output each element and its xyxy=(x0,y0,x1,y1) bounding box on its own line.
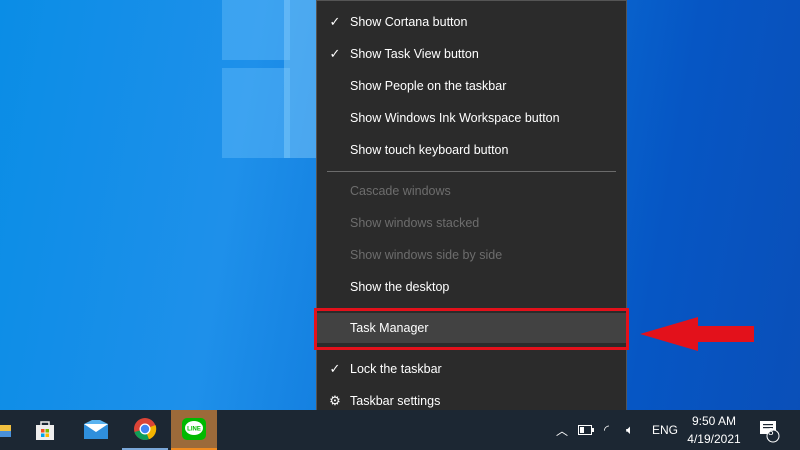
menu-item-show-side-by-side: Show windows side by side xyxy=(317,240,626,270)
action-center-button[interactable]: 8 xyxy=(758,410,782,450)
separator xyxy=(327,171,616,172)
label: Show Task View button xyxy=(350,47,479,61)
label: Show the desktop xyxy=(350,280,450,294)
check-icon: ✓ xyxy=(329,361,341,376)
menu-item-lock-taskbar[interactable]: ✓ Lock the taskbar xyxy=(317,354,626,384)
taskbar: LINE ︿ ◜ 🔈︎ ENG 9:50 AM 4/19/2021 8 xyxy=(0,410,800,450)
windows-logo-wallpaper-pane2 xyxy=(284,0,316,158)
check-icon: ✓ xyxy=(329,14,341,29)
label: Show windows stacked xyxy=(350,216,480,230)
menu-item-show-touch-keyboard[interactable]: Show touch keyboard button xyxy=(317,135,626,165)
chevron-up-icon: ︿ xyxy=(556,423,569,438)
line-button[interactable]: LINE xyxy=(171,410,217,450)
menu-item-show-ink-workspace[interactable]: Show Windows Ink Workspace button xyxy=(317,103,626,133)
language-indicator[interactable]: ENG xyxy=(652,410,678,450)
label: Show People on the taskbar xyxy=(350,79,507,93)
menu-item-show-desktop[interactable]: Show the desktop xyxy=(317,272,626,302)
menu-item-show-cortana[interactable]: ✓ Show Cortana button xyxy=(317,7,626,37)
folder-icon xyxy=(0,425,11,437)
highlight-box xyxy=(314,308,629,350)
store-icon xyxy=(36,421,54,440)
microsoft-store-button[interactable] xyxy=(22,410,68,450)
line-icon: LINE xyxy=(182,418,206,440)
date: 4/19/2021 xyxy=(687,432,741,446)
show-hidden-icons[interactable]: ︿ xyxy=(556,410,568,450)
label: Show windows side by side xyxy=(350,248,503,262)
taskbar-context-menu: ✓ Show Cortana button ✓ Show Task View but… xyxy=(316,0,627,425)
red-arrow-annotation xyxy=(640,317,754,351)
mail-button[interactable] xyxy=(73,410,119,450)
time: 9:50 AM xyxy=(691,414,737,428)
chrome-icon xyxy=(134,418,157,441)
windows-logo-wallpaper-pane xyxy=(222,68,290,158)
clock[interactable]: 9:50 AM 4/19/2021 xyxy=(684,410,744,450)
chrome-button[interactable] xyxy=(122,410,168,450)
windows-logo-wallpaper xyxy=(222,0,290,60)
label: Show Cortana button xyxy=(350,15,468,29)
label: Show Windows Ink Workspace button xyxy=(350,111,560,125)
menu-item-cascade-windows: Cascade windows xyxy=(317,176,626,206)
wifi-icon[interactable]: ◜ xyxy=(604,410,609,450)
label: Lock the taskbar xyxy=(350,362,442,376)
label: Taskbar settings xyxy=(350,394,441,408)
language-label: ENG xyxy=(652,423,679,437)
line-logo-text: LINE xyxy=(187,427,201,433)
menu-item-show-windows-stacked: Show windows stacked xyxy=(317,208,626,238)
label: Show touch keyboard button xyxy=(350,143,509,157)
menu-item-show-task-view[interactable]: ✓ Show Task View button xyxy=(317,39,626,69)
label: Cascade windows xyxy=(350,184,451,198)
check-icon: ✓ xyxy=(329,46,341,61)
volume-icon[interactable]: 🔈︎ xyxy=(626,410,634,450)
mail-icon xyxy=(84,420,108,439)
menu-item-show-people[interactable]: Show People on the taskbar xyxy=(317,71,626,101)
battery-icon[interactable] xyxy=(578,410,594,450)
notification-count: 8 xyxy=(768,427,774,438)
